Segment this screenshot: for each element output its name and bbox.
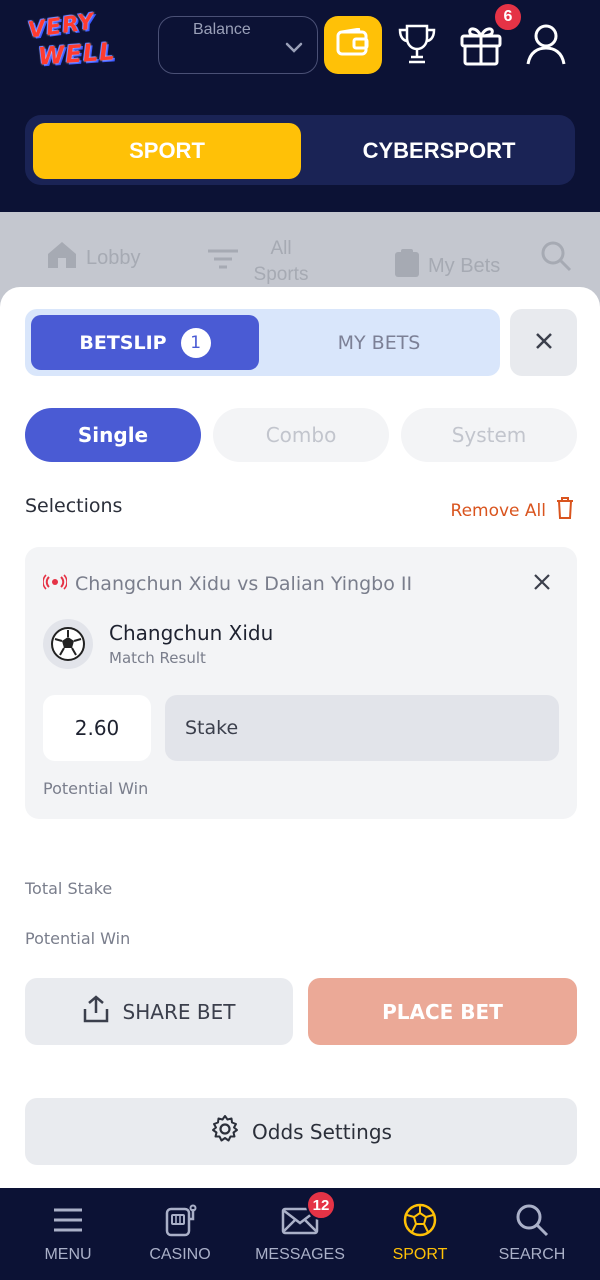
tab-betslip[interactable]: BETSLIP 1 (31, 315, 259, 370)
nav-menu-label: MENU (44, 1246, 92, 1263)
betslip-panel: BETSLIP 1 MY BETS Single Combo System Se… (0, 287, 600, 1192)
odds-settings-label: Odds Settings (252, 1119, 392, 1144)
nav-messages-label: MESSAGES (255, 1246, 345, 1263)
soccer-ball-nav-icon (400, 1202, 440, 1238)
bet-type-system[interactable]: System (401, 408, 577, 462)
slot-machine-icon (160, 1202, 200, 1238)
nav-messages[interactable]: 12 MESSAGES (240, 1188, 360, 1280)
selection-odds: 2.60 (43, 695, 151, 761)
bet-type-combo[interactable]: Combo (213, 408, 389, 462)
sport-cybersport-switcher: SPORT CYBERSPORT (25, 115, 575, 185)
chevron-down-icon (285, 41, 303, 59)
selection-match-label: Changchun Xidu vs Dalian Yingbo II (75, 573, 413, 595)
background-nav: Lobby All Sports My Bets (0, 212, 600, 292)
share-bet-button[interactable]: SHARE BET (25, 978, 293, 1045)
background-search-icon (540, 240, 572, 277)
total-stake-label: Total Stake (25, 879, 113, 898)
close-icon (534, 331, 554, 355)
logo-text-line2: WELL (37, 37, 117, 71)
background-my-bets-label: My Bets (428, 254, 501, 277)
balance-label: Balance (193, 21, 251, 38)
soccer-ball-icon (43, 619, 93, 669)
wallet-icon (336, 27, 370, 63)
selections-title: Selections (25, 495, 123, 517)
nav-casino-label: CASINO (149, 1246, 211, 1263)
nav-casino[interactable]: CASINO (120, 1188, 240, 1280)
nav-search[interactable]: SEARCH (472, 1188, 592, 1280)
potential-win-label: Potential Win (25, 929, 131, 948)
nav-search-label: SEARCH (498, 1246, 566, 1263)
betslip-count-badge: 1 (180, 327, 211, 358)
trash-icon (556, 497, 574, 524)
gift-icon[interactable] (458, 22, 504, 73)
bet-type-single[interactable]: Single (25, 408, 201, 462)
background-all-sports-item: All Sports (206, 236, 314, 288)
menu-icon (48, 1202, 88, 1238)
place-bet-button[interactable]: PLACE BET (308, 978, 577, 1045)
tab-betslip-label: BETSLIP (79, 331, 167, 354)
bet-type-selector: Single Combo System (25, 408, 577, 464)
user-icon[interactable] (525, 22, 567, 71)
betslip-tabs: BETSLIP 1 MY BETS (25, 309, 500, 376)
stake-input[interactable]: Stake (165, 695, 559, 761)
trophy-icon[interactable] (396, 22, 438, 71)
filter-icon (206, 248, 240, 276)
tab-my-bets[interactable]: MY BETS (265, 315, 493, 370)
remove-all-label: Remove All (450, 500, 546, 521)
balance-dropdown[interactable]: Balance (158, 16, 318, 74)
selection-match: Changchun Xidu vs Dalian Yingbo II (42, 573, 413, 595)
selection-potential-win-label: Potential Win (43, 779, 149, 798)
remove-all-button[interactable]: Remove All (451, 497, 574, 524)
gift-badge: 6 (493, 2, 523, 32)
remove-selection-icon[interactable] (533, 573, 551, 595)
close-betslip-button[interactable] (510, 309, 577, 376)
selection-team: Changchun Xidu (109, 621, 274, 645)
clipboard-icon (394, 248, 420, 284)
nav-sport[interactable]: SPORT (360, 1188, 480, 1280)
background-my-bets-item: My Bets (394, 248, 500, 284)
nav-sport-label: SPORT (392, 1246, 448, 1263)
share-bet-label: SHARE BET (122, 999, 236, 1024)
search-icon (512, 1202, 552, 1238)
selection-market: Match Result (109, 649, 206, 667)
top-header: VERY WELL Balance 6 SPORT CYBERSPORT (0, 0, 600, 212)
home-icon (46, 240, 78, 276)
background-lobby-label: Lobby (86, 246, 141, 269)
share-icon (83, 995, 109, 1028)
gear-icon (210, 1114, 240, 1149)
live-icon (42, 573, 68, 595)
wallet-button[interactable] (324, 16, 382, 74)
nav-menu[interactable]: MENU (8, 1188, 128, 1280)
background-all-sports-label: All Sports (253, 238, 309, 285)
selection-card: Changchun Xidu vs Dalian Yingbo II Chang… (25, 547, 577, 819)
tab-sport[interactable]: SPORT (33, 123, 301, 179)
verywell-logo[interactable]: VERY WELL (24, 9, 118, 78)
messages-badge: 12 (306, 1190, 336, 1220)
odds-settings-button[interactable]: Odds Settings (25, 1098, 577, 1165)
background-lobby-item: Lobby (46, 240, 141, 276)
tab-cybersport[interactable]: CYBERSPORT (311, 123, 567, 179)
bottom-navigation: MENU CASINO 12 MESSAGES SPORT SEARCH (0, 1188, 600, 1280)
